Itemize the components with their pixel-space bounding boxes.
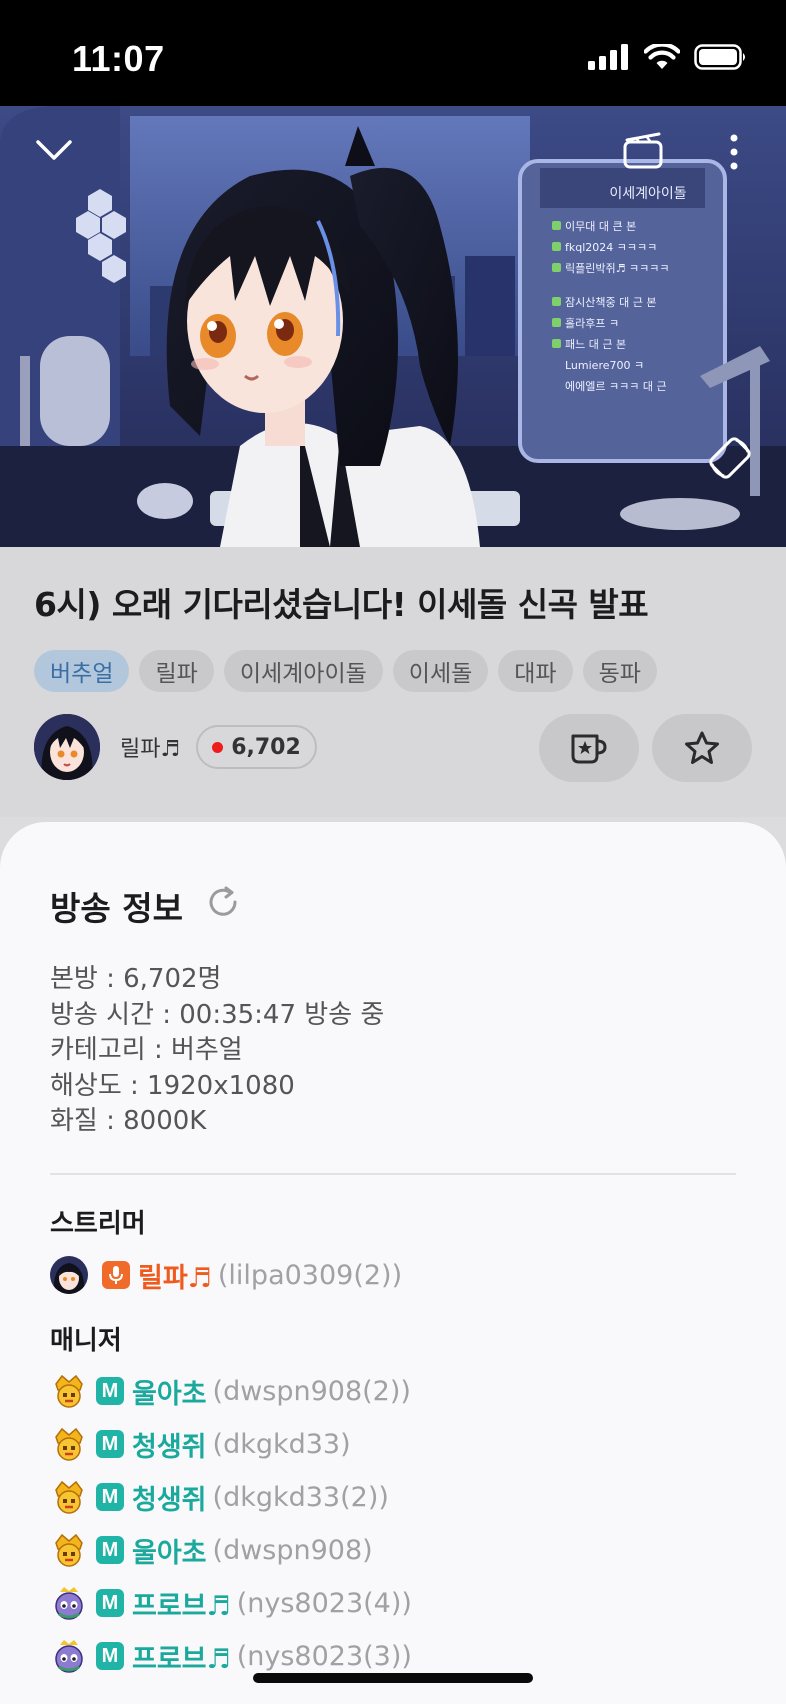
streamer-id: (lilpa0309(2)) xyxy=(217,1259,403,1291)
viewer-count-badge: 6,702 xyxy=(196,725,317,769)
divider xyxy=(50,1173,736,1175)
overlay-chat-line: 에에엘르 ㅋㅋㅋ 대 근 xyxy=(565,380,667,393)
home-indicator[interactable] xyxy=(253,1673,533,1683)
crown-badge-icon xyxy=(50,1531,88,1569)
manager-badge: M xyxy=(96,1589,124,1617)
manager-badge: M xyxy=(96,1377,124,1405)
manager-entry[interactable]: M 프로브♬ (nys8023(4)) xyxy=(50,1583,412,1623)
manager-entry[interactable]: M 울아초 (dwspn908) xyxy=(50,1530,373,1570)
more-vertical-icon[interactable] xyxy=(726,132,742,172)
manager-nickname: 청생쥐 xyxy=(132,1484,207,1516)
favorite-button[interactable] xyxy=(652,714,752,782)
manager-id: (dkgkd33(2)) xyxy=(212,1481,389,1513)
streamer-avatar[interactable] xyxy=(34,714,100,780)
manager-entry[interactable]: M 청생쥐 (dkgkd33(2)) xyxy=(50,1477,389,1517)
overlay-chat-line: Lumiere700 ㅋ xyxy=(565,359,644,372)
battery-icon xyxy=(694,44,745,70)
overlay-chat-line: fkql2024 ㅋㅋㅋㅋ xyxy=(565,241,657,254)
tag-list: 버추얼 릴파 이세계아이돌 이세돌 대파 동파 xyxy=(34,650,657,692)
status-icons xyxy=(588,44,748,70)
sign-text: 이세계아이돌 xyxy=(609,186,686,202)
stat-line: 카테고리 : 버추얼 xyxy=(50,1035,243,1065)
chevron-down-icon[interactable] xyxy=(34,138,74,164)
streamer-row: 릴파♬ 6,702 xyxy=(34,714,317,780)
stream-frame: 이세계아이돌 이무대 대 큰 본 fkql2024 ㅋㅋㅋㅋ 릭플린박쥐♬ ㅋㅋ… xyxy=(0,106,786,547)
overlay-chat-line: 잠시산책중 대 근 본 xyxy=(565,296,656,309)
star-icon xyxy=(685,731,719,764)
streamer-heading: 스트리머 xyxy=(50,1209,146,1239)
manager-nickname: 울아초 xyxy=(132,1537,207,1569)
tag-chip[interactable]: 동파 xyxy=(582,650,657,692)
manager-nickname: 프로브♬ xyxy=(132,1590,231,1622)
streamer-name[interactable]: 릴파♬ xyxy=(120,731,180,763)
stat-line: 해상도 : 1920x1080 xyxy=(50,1070,295,1101)
manager-badge: M xyxy=(96,1430,124,1458)
manager-id: (dkgkd33) xyxy=(212,1428,351,1460)
wifi-icon xyxy=(644,44,680,69)
manager-badge: M xyxy=(96,1642,124,1670)
manager-id: (dwspn908) xyxy=(212,1534,373,1566)
signal-icon xyxy=(588,44,628,70)
stat-line: 본방 : 6,702명 xyxy=(50,964,222,994)
crown-badge-icon xyxy=(50,1425,88,1463)
manager-id: (dwspn908(2)) xyxy=(212,1375,411,1407)
tag-chip[interactable]: 릴파 xyxy=(139,650,214,692)
character-badge-icon xyxy=(50,1637,88,1675)
manager-id: (nys8023(3)) xyxy=(236,1640,412,1672)
mic-icon xyxy=(102,1261,130,1289)
crown-badge-icon xyxy=(50,1478,88,1516)
manager-entry[interactable]: M 프로브♬ (nys8023(3)) xyxy=(50,1636,412,1676)
status-time: 11:07 xyxy=(72,38,165,79)
overlay-chat-line: 홀라후프 ㅋ xyxy=(565,317,619,330)
stat-line: 방송 시간 : 00:35:47 방송 중 xyxy=(50,999,385,1030)
manager-nickname: 울아초 xyxy=(132,1378,207,1410)
cup-button[interactable] xyxy=(539,714,639,782)
cup-star-icon xyxy=(571,734,607,764)
manager-nickname: 프로브♬ xyxy=(132,1643,231,1675)
overlay-chat-line: 이무대 대 큰 본 xyxy=(565,220,636,233)
refresh-icon[interactable] xyxy=(205,884,241,920)
character-badge-icon xyxy=(50,1584,88,1622)
stat-line: 화질 : 8000K xyxy=(50,1106,207,1136)
viewer-count: 6,702 xyxy=(231,734,301,760)
manager-badge: M xyxy=(96,1536,124,1564)
overlay-chat-line: 릭플린박쥐♬ ㅋㅋㅋㅋ xyxy=(565,262,669,275)
clapperboard-icon[interactable] xyxy=(622,130,664,170)
broadcast-stats: 본방 : 6,702명 방송 시간 : 00:35:47 방송 중 카테고리 :… xyxy=(50,962,384,1140)
manager-badge: M xyxy=(96,1483,124,1511)
manager-nickname: 청생쥐 xyxy=(132,1431,207,1463)
streamer-entry[interactable]: 릴파♬ (lilpa0309(2)) xyxy=(50,1255,402,1295)
overlay-chat-line: 패느 대 근 본 xyxy=(565,338,626,351)
manager-entry[interactable]: M 울아초 (dwspn908(2)) xyxy=(50,1371,411,1411)
avatar xyxy=(50,1256,88,1294)
sheet-title: 방송 정보 xyxy=(50,889,183,928)
broadcast-title: 6시) 오래 기다리셨습니다! 이세돌 신곡 발표 xyxy=(34,585,649,624)
video-player[interactable]: 이세계아이돌 이무대 대 큰 본 fkql2024 ㅋㅋㅋㅋ 릭플린박쥐♬ ㅋㅋ… xyxy=(0,106,786,547)
status-bar: 11:07 xyxy=(0,0,786,106)
crown-badge-icon xyxy=(50,1372,88,1410)
tag-chip[interactable]: 버추얼 xyxy=(34,650,130,692)
manager-entry[interactable]: M 청생쥐 (dkgkd33) xyxy=(50,1424,351,1464)
rotate-screen-icon[interactable] xyxy=(706,434,754,482)
manager-heading: 매니저 xyxy=(50,1326,122,1356)
tag-chip[interactable]: 이세돌 xyxy=(392,650,489,692)
streamer-nickname: 릴파♬ xyxy=(138,1262,212,1294)
tag-chip[interactable]: 이세계아이돌 xyxy=(223,650,383,692)
manager-id: (nys8023(4)) xyxy=(236,1587,412,1619)
live-dot-icon xyxy=(212,741,224,753)
tag-chip[interactable]: 대파 xyxy=(498,650,573,692)
